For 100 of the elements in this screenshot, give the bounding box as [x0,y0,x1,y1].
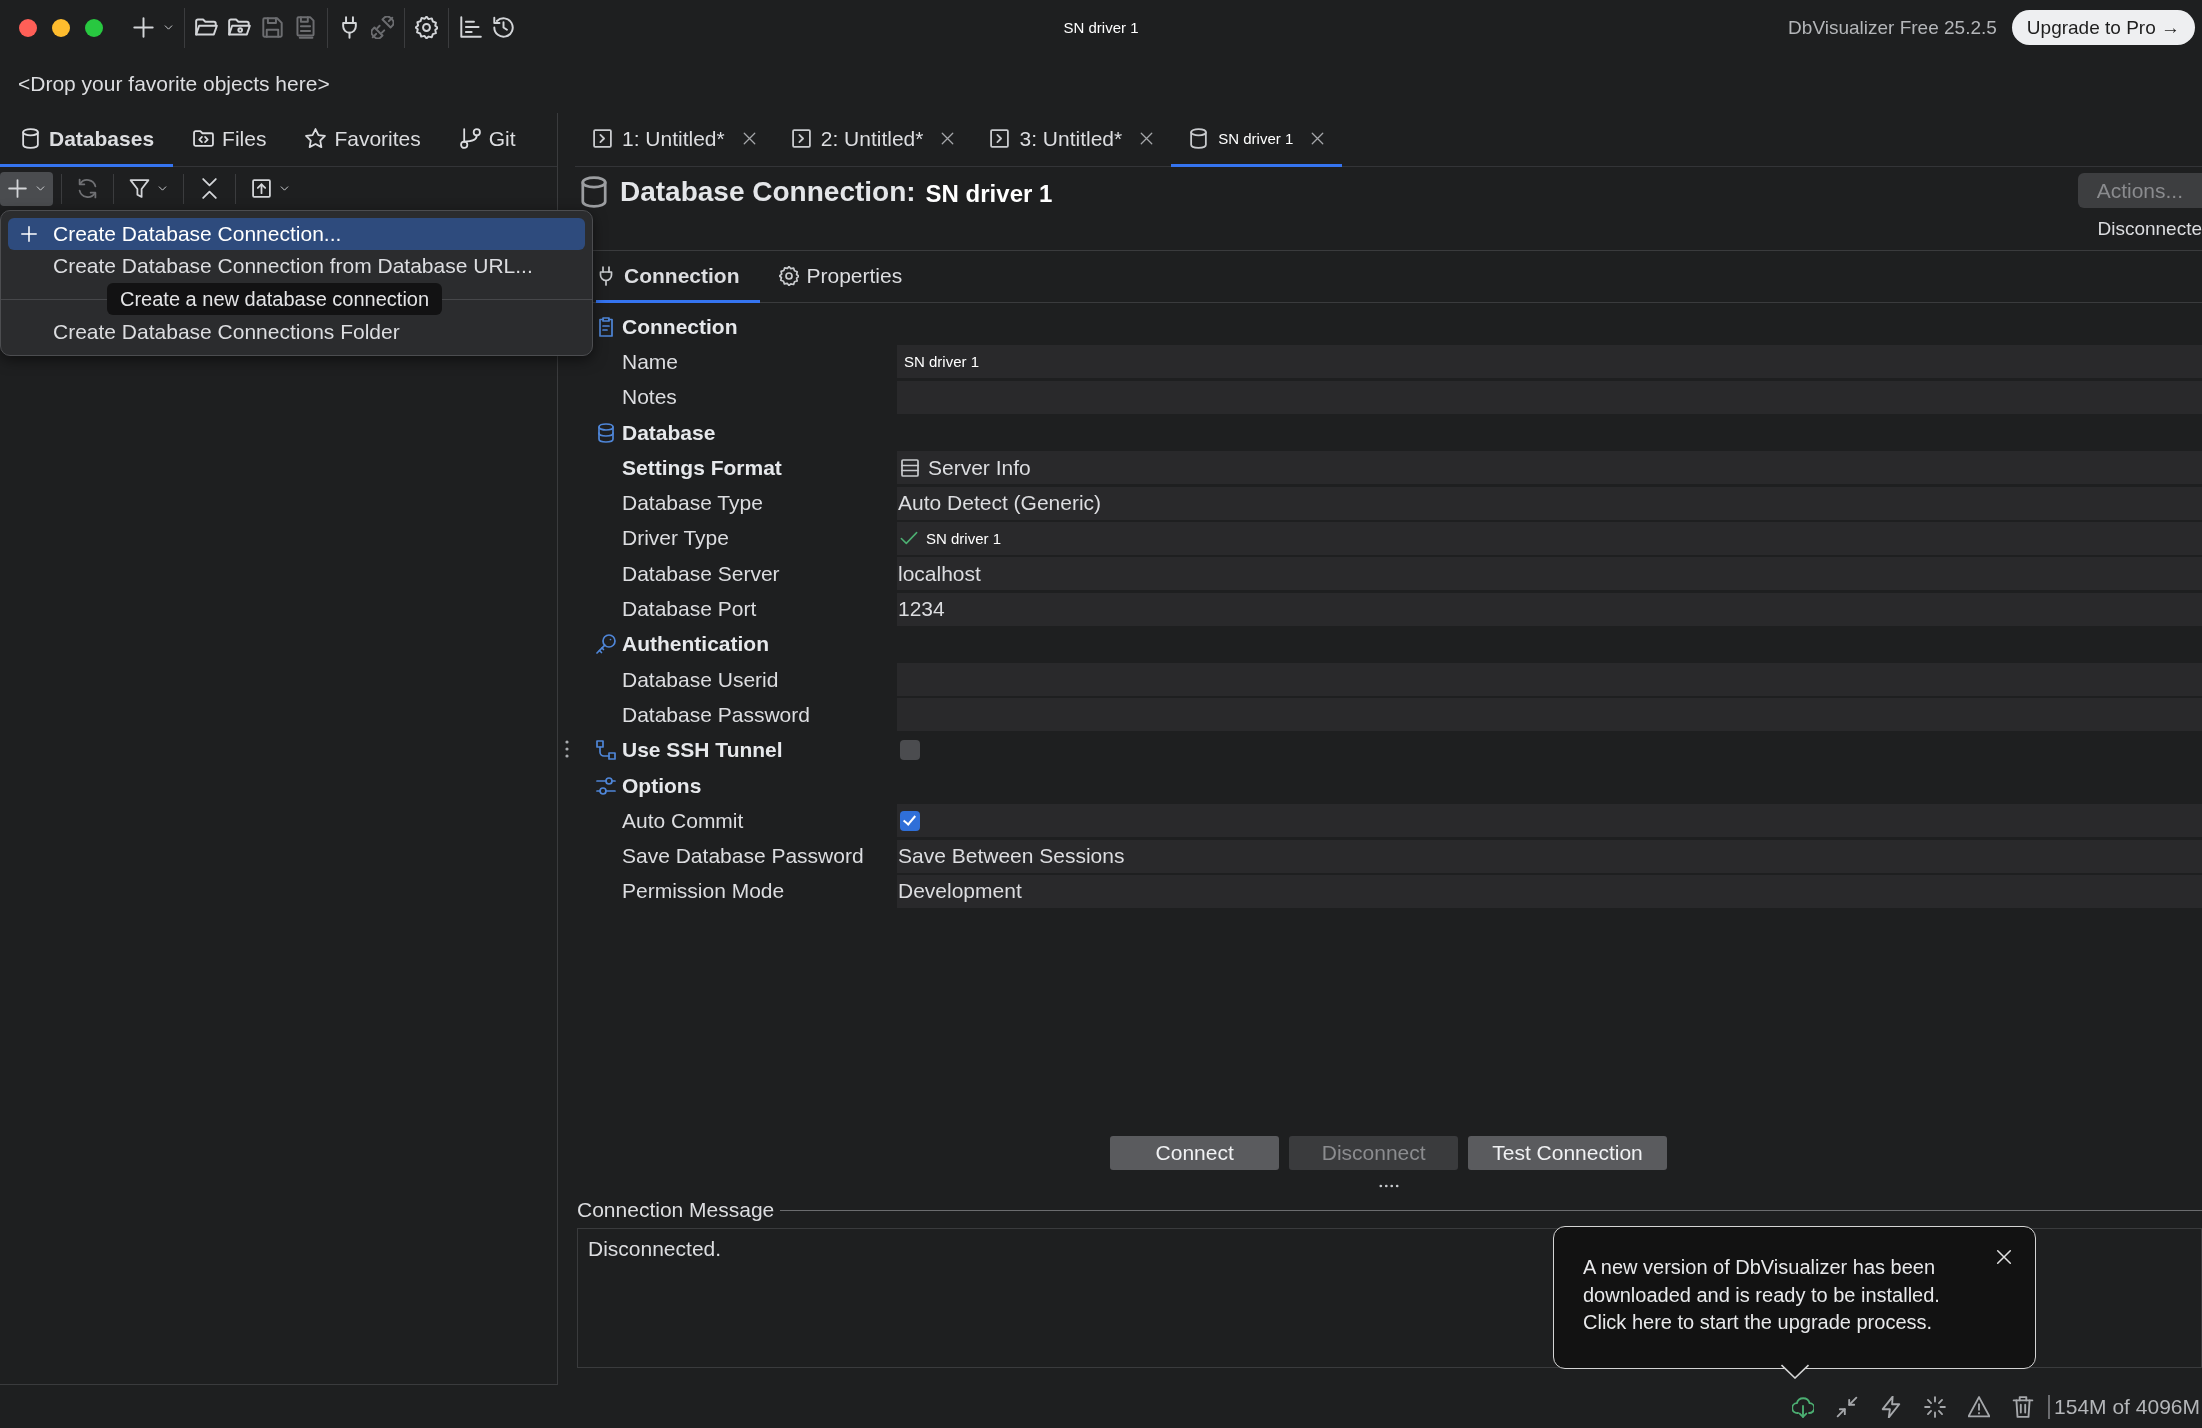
field-label: Notes [622,385,678,410]
close-icon[interactable] [1995,1248,2013,1266]
menu-item[interactable]: Create Database Connections Folder [8,316,585,348]
side-tab[interactable]: Favorites [285,113,440,167]
minimize-window-button[interactable] [52,18,70,37]
grip-dots-icon[interactable] [1378,1184,1399,1188]
balloon-tail-icon [1781,1364,1809,1379]
unplugged-icon [371,16,394,39]
value-field[interactable]: 1234 [897,592,2202,626]
section-title: Use SSH Tunnel [622,738,784,763]
sliders-icon [596,775,616,796]
field-label: Permission Mode [622,879,786,904]
tab-title: 2: Untitled* [820,126,924,151]
checkbox[interactable] [900,740,920,761]
tab-title: SN driver 1 [1218,130,1294,147]
driver-field[interactable]: SN driver 1 [897,521,2202,555]
input-field[interactable]: SN driver 1 [897,345,2202,379]
notification-text: A new version of DbVisualizer has been downloaded and is ready to be installed. Click here to start the upgrade process. [1583,1255,1941,1335]
memory-usage: 154M of 4096M [2054,1394,2200,1419]
folder-code-icon [193,128,215,149]
terminal-icon [790,128,812,149]
editor-tab[interactable]: SN driver 1 [1171,113,1343,167]
value-field[interactable]: Save Between Sessions [897,839,2202,873]
tooltip: Create a new database connection [107,283,443,315]
upload-icon [251,178,272,199]
refresh-icon [77,178,98,199]
field-label: Database Password [622,702,811,727]
star-icon [305,128,327,149]
close-icon[interactable] [741,131,757,146]
notification-balloon[interactable]: A new version of DbVisualizer has been downloaded and is ready to be installed. Click here to start the upgrade process. [1553,1226,2036,1369]
field-label: Driver Type [622,526,730,551]
zoom-window-button[interactable] [85,18,103,37]
nodes-icon [596,740,616,761]
field-label: Name [622,349,680,374]
field-label: Database Userid [622,667,780,692]
caret-icon [279,183,290,194]
field-label: Save Database Password [622,844,865,869]
clock-icon [492,16,515,39]
value-field[interactable]: Development [897,874,2202,908]
key-icon [596,634,616,655]
editor-tab[interactable]: 2: Untitled* [773,113,973,167]
terminal-icon [592,128,613,149]
section-title: Database [622,420,717,445]
cloud-download-icon[interactable] [1792,1395,1815,1418]
editor-title: Database Connection: [620,176,916,208]
window-title: SN driver 1 [1063,19,1139,36]
favorites-drop-hint: <Drop your favorite objects here> [18,72,330,96]
section-title: Options [622,773,703,798]
plus-icon [132,16,155,39]
close-icon[interactable] [940,131,956,146]
value-field[interactable]: localhost [897,557,2202,591]
value-field[interactable]: Auto Detect (Generic) [897,486,2202,520]
group-legend: Connection Message [577,1198,775,1222]
side-tab[interactable]: Files [173,113,286,167]
app-version: DbVisualizer Free 25.2.5 [1788,16,1997,39]
database-icon [1188,128,1210,149]
checkbox[interactable] [900,810,920,831]
tab-title: 1: Untitled* [622,126,725,151]
spinner-icon[interactable] [1924,1395,1947,1418]
caret-icon [35,183,46,194]
grip-dots-icon[interactable] [564,740,569,758]
close-icon[interactable] [1139,131,1155,146]
connect-button[interactable]: Connect [1110,1136,1280,1170]
trash-icon[interactable] [2012,1395,2035,1418]
section-title: Authentication [622,632,770,657]
menu-item[interactable]: Create Database Connection... [8,218,585,250]
clipboard-icon [596,316,616,337]
menu-item[interactable]: Create Database Connection from Database URL... [8,250,585,282]
gear-icon [778,265,799,286]
terminal-icon [989,128,1011,149]
section-title: Connection [622,314,739,339]
upgrade-button[interactable]: Upgrade to Pro → [2011,10,2195,45]
field-label: Database Port [622,597,758,621]
connection-status: Disconnecte [2097,218,2202,240]
field-label: Database Server [622,561,781,586]
close-icon[interactable] [1310,131,1326,146]
gear-icon [415,16,438,39]
close-window-button[interactable] [19,18,37,37]
side-tab[interactable]: Git [439,113,535,167]
database-icon [578,174,610,210]
lightning-icon[interactable] [1880,1395,1903,1418]
test-connection-button[interactable]: Test Connection [1468,1136,1667,1170]
bar-chart-icon [459,16,482,39]
filter-icon [129,178,150,199]
connection-name: SN driver 1 [925,179,1053,208]
subtab[interactable]: Properties [778,251,923,303]
database-icon [596,422,616,443]
editor-tab[interactable]: 1: Untitled* [575,113,774,167]
add-button[interactable] [0,171,53,206]
editor-tab[interactable]: 3: Untitled* [972,113,1172,167]
subtab[interactable]: Connection [596,251,760,303]
select-field[interactable]: Server Info [897,451,2202,485]
warning-icon[interactable] [1968,1395,1991,1418]
field-label: Auto Commit [622,808,745,833]
side-tab[interactable]: Databases [0,113,174,167]
arrows-in-icon[interactable] [1836,1395,1859,1418]
tab-title: 3: Untitled* [1019,126,1123,151]
caret-icon [157,183,168,194]
field-label: Database Type [622,491,764,516]
field-label: Settings Format [622,455,783,480]
